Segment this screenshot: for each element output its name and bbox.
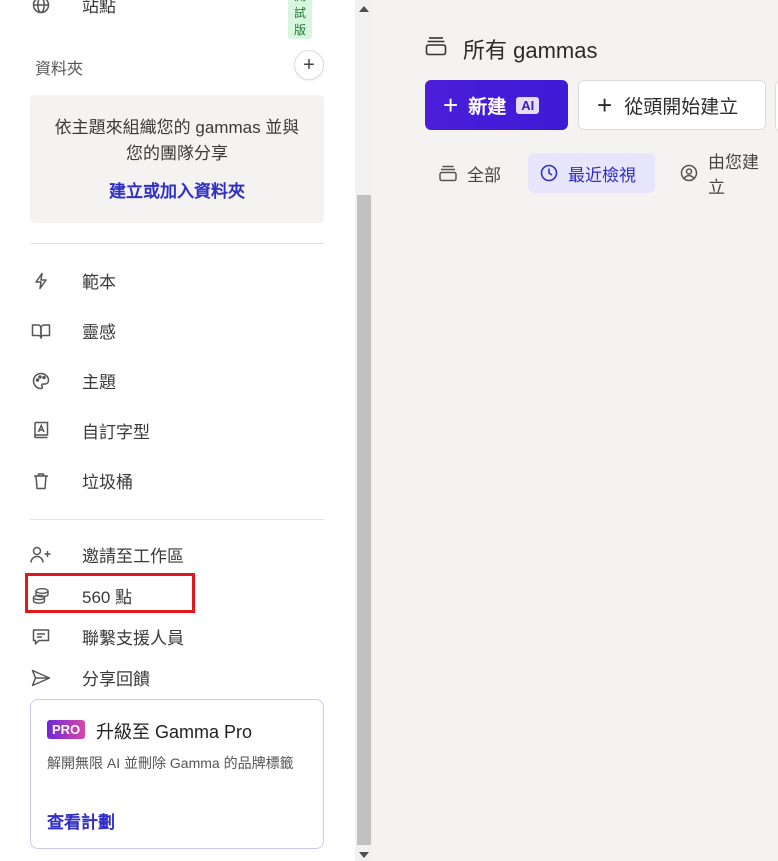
scrollbar-thumb[interactable] xyxy=(357,195,371,845)
add-folder-button[interactable]: + xyxy=(294,50,324,80)
page-title: 所有 gammas xyxy=(425,33,597,65)
divider xyxy=(30,519,324,520)
pro-card-description: 解開無限 AI 並刪除 Gamma 的品牌標籤 xyxy=(47,755,294,771)
new-button-label: 新建 xyxy=(468,96,507,118)
sidebar-item-label: 分享回饋 xyxy=(82,670,150,689)
sidebar-item-label: 範本 xyxy=(82,273,116,292)
tab-created-by-you[interactable]: 由您建立 xyxy=(668,153,778,197)
folders-heading: 資料夾 xyxy=(35,61,84,78)
page-title-text: 所有 gammas xyxy=(463,38,598,63)
upgrade-pro-card: PRO 升級至 Gamma Pro 解開無限 AI 並刪除 Gamma 的品牌標… xyxy=(30,699,324,849)
stack-icon xyxy=(425,36,447,62)
message-icon xyxy=(30,626,52,648)
pro-card-title: 升級至 Gamma Pro xyxy=(96,722,253,742)
send-icon xyxy=(30,667,52,689)
view-plans-link[interactable]: 查看計劃 xyxy=(47,808,115,833)
font-book-icon xyxy=(30,420,52,442)
create-blank-label: 從頭開始建立 xyxy=(624,96,739,118)
palette-icon xyxy=(30,370,52,392)
scroll-down-arrow-icon[interactable] xyxy=(359,852,369,858)
divider xyxy=(30,243,324,244)
sidebar: 站點 測試版 資料夾 + 依主題來組織您的 gammas 並與您的團隊分享 建立… xyxy=(0,0,355,861)
sidebar-item-custom-fonts[interactable]: 自訂字型 xyxy=(30,418,150,443)
pro-badge: PRO xyxy=(47,720,86,739)
sidebar-item-label: 站點 xyxy=(82,0,116,16)
highlight-box xyxy=(25,573,195,613)
sidebar-item-label: 靈感 xyxy=(82,323,116,342)
sidebar-item-feedback[interactable]: 分享回饋 xyxy=(30,665,150,690)
clock-icon xyxy=(540,164,558,182)
sidebar-item-themes[interactable]: 主題 xyxy=(30,368,116,393)
scroll-up-arrow-icon[interactable] xyxy=(359,6,369,12)
tab-recently-viewed[interactable]: 最近檢視 xyxy=(528,153,655,193)
main-content: 所有 gammas + 新建 AI + 從頭開始建立 全部 最近檢視 由您建立 xyxy=(373,0,778,861)
sidebar-item-invite[interactable]: 邀請至工作區 xyxy=(30,542,184,567)
sidebar-item-label: 自訂字型 xyxy=(82,423,150,442)
sidebar-item-site[interactable]: 站點 測試版 xyxy=(30,0,313,39)
create-blank-button[interactable]: + 從頭開始建立 xyxy=(578,80,766,130)
beta-badge: 測試版 xyxy=(288,0,313,39)
user-circle-icon xyxy=(680,164,698,182)
lightning-icon xyxy=(30,270,52,292)
sidebar-item-support[interactable]: 聯繫支援人員 xyxy=(30,624,184,649)
user-plus-icon xyxy=(30,544,52,566)
create-folder-link[interactable]: 建立或加入資料夾 xyxy=(30,177,324,202)
globe-icon xyxy=(30,0,52,16)
book-open-icon xyxy=(30,320,52,342)
sidebar-item-inspiration[interactable]: 靈感 xyxy=(30,318,116,343)
sidebar-item-label: 聯繫支援人員 xyxy=(82,629,184,648)
sidebar-item-label: 邀請至工作區 xyxy=(82,547,184,566)
stack-icon xyxy=(439,165,457,182)
new-ai-button[interactable]: + 新建 AI xyxy=(425,80,568,130)
ai-tag: AI xyxy=(516,96,540,114)
sidebar-item-label: 垃圾桶 xyxy=(82,473,133,492)
tab-label: 最近檢視 xyxy=(568,165,636,185)
plus-icon: + xyxy=(597,89,613,120)
sidebar-item-label: 主題 xyxy=(82,373,116,392)
plus-icon: + xyxy=(443,89,459,120)
folders-empty-state: 依主題來組織您的 gammas 並與您的團隊分享 建立或加入資料夾 xyxy=(30,95,324,223)
tab-label: 由您建立 xyxy=(708,153,759,197)
trash-icon xyxy=(30,470,52,492)
tab-all[interactable]: 全部 xyxy=(427,153,513,193)
sidebar-item-templates[interactable]: 範本 xyxy=(30,268,116,293)
folders-description: 依主題來組織您的 gammas 並與您的團隊分享 xyxy=(54,118,300,163)
sidebar-scrollbar[interactable] xyxy=(355,0,373,861)
sidebar-item-trash[interactable]: 垃圾桶 xyxy=(30,468,133,493)
tab-label: 全部 xyxy=(467,165,501,185)
